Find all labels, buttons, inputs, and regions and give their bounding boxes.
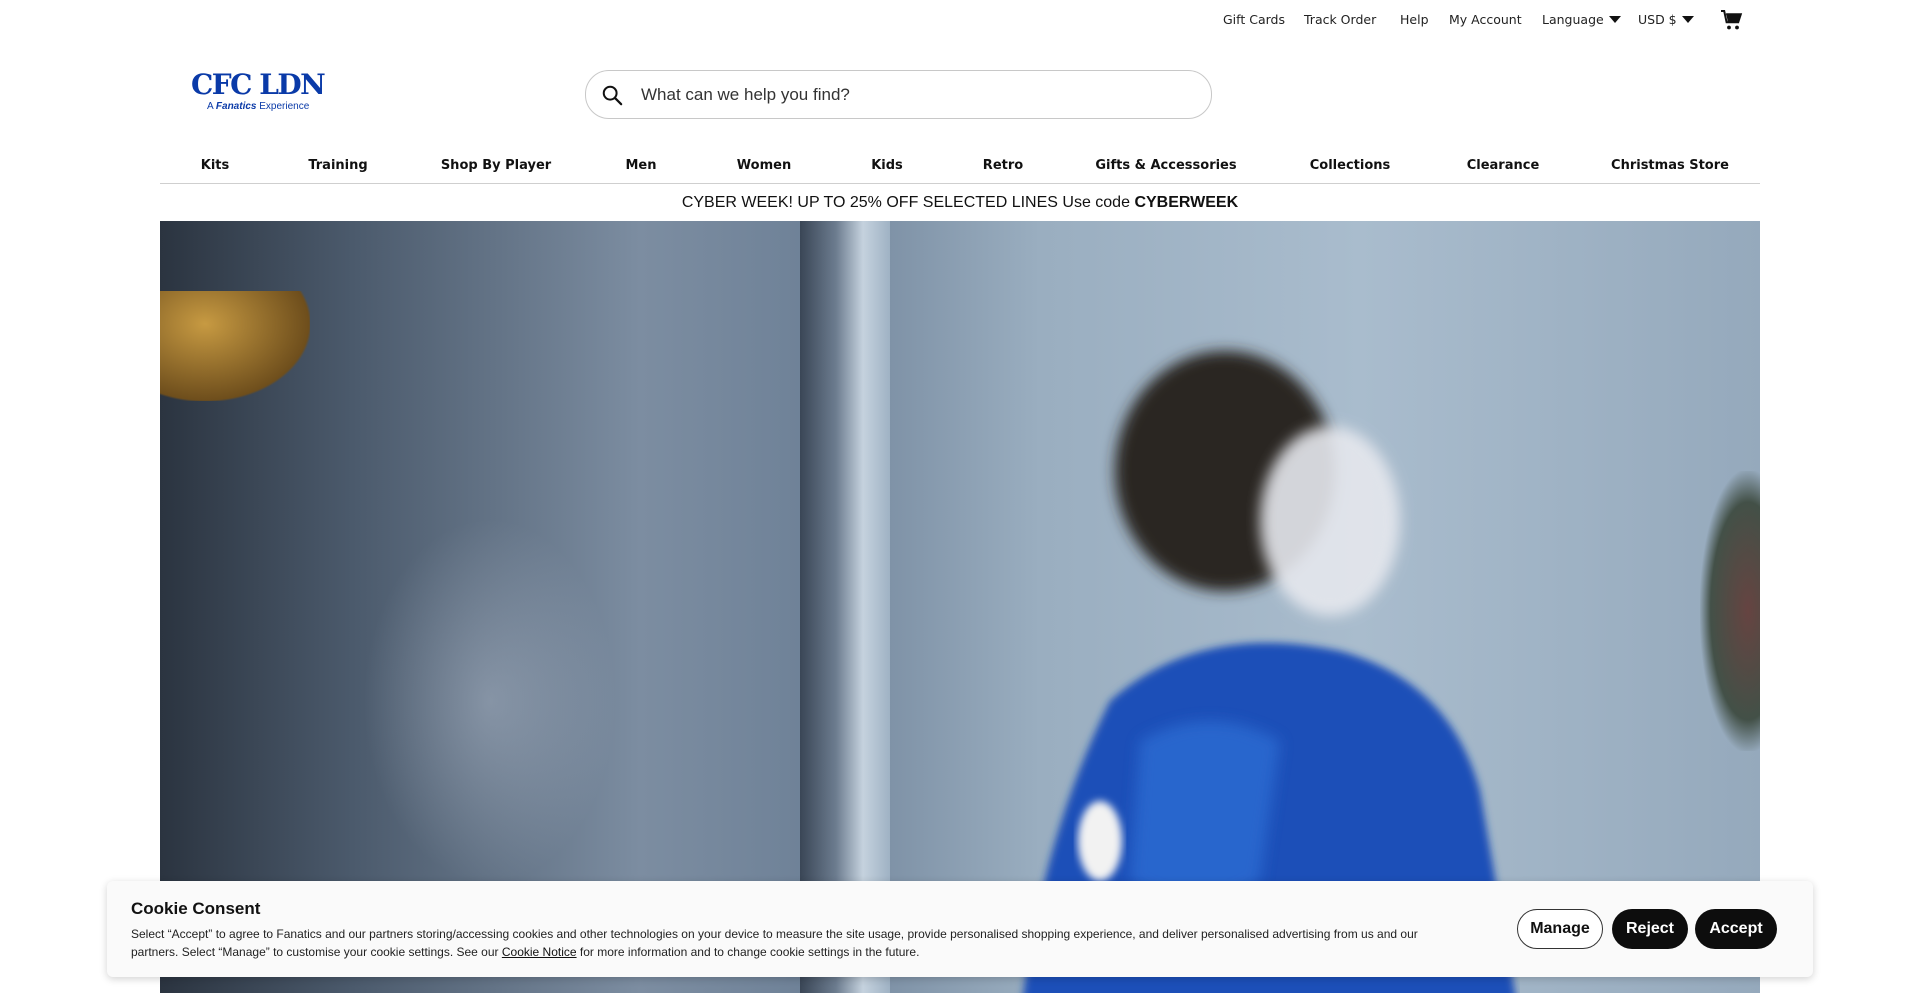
cookie-text-after-link: for more information and to change cooki… bbox=[579, 945, 920, 959]
cookie-notice-link[interactable]: Cookie Notice bbox=[502, 945, 577, 959]
nav-item-kids[interactable]: Kids bbox=[871, 158, 903, 173]
hero-door-frame bbox=[800, 221, 890, 993]
promo-text: CYBER WEEK! UP TO 25% OFF SELECTED LINES… bbox=[681, 194, 1130, 211]
help-link[interactable]: Help bbox=[1400, 12, 1429, 27]
cart-icon[interactable] bbox=[1720, 8, 1744, 32]
nav-item-women[interactable]: Women bbox=[737, 158, 791, 173]
language-label: Language bbox=[1542, 12, 1604, 27]
search-icon[interactable] bbox=[601, 84, 623, 106]
currency-label: USD $ bbox=[1638, 12, 1677, 27]
promo-code: CYBERWEEK bbox=[1134, 194, 1239, 211]
caret-down-icon bbox=[1608, 16, 1621, 23]
nav-item-training[interactable]: Training bbox=[308, 158, 367, 173]
main-nav: Kits Training Shop By Player Men Women K… bbox=[160, 150, 1760, 184]
hero-plant-shape bbox=[1700, 471, 1760, 751]
reject-cookies-button[interactable]: Reject bbox=[1612, 909, 1688, 949]
nav-item-men[interactable]: Men bbox=[625, 158, 656, 173]
utility-bar: Gift Cards Track Order Help My Account L… bbox=[0, 0, 1920, 40]
search-bar[interactable] bbox=[585, 70, 1212, 119]
accept-cookies-button[interactable]: Accept bbox=[1695, 909, 1777, 949]
currency-dropdown[interactable]: USD $ bbox=[1638, 12, 1694, 27]
nav-item-gifts-accessories[interactable]: Gifts & Accessories bbox=[1095, 158, 1236, 173]
language-dropdown[interactable]: Language bbox=[1542, 12, 1621, 27]
gift-cards-link[interactable]: Gift Cards bbox=[1223, 12, 1285, 27]
site-logo[interactable]: CFC LDN A Fanatics Experience bbox=[191, 70, 341, 120]
track-order-link[interactable]: Track Order bbox=[1304, 12, 1376, 27]
hero-lamp-shape bbox=[160, 291, 310, 401]
cookie-consent-text: Select “Accept” to agree to Fanatics and… bbox=[131, 925, 1431, 961]
logo-tagline-suffix: Experience bbox=[259, 101, 310, 112]
nav-item-collections[interactable]: Collections bbox=[1310, 158, 1391, 173]
promo-banner[interactable]: CYBER WEEK! UP TO 25% OFF SELECTED LINES… bbox=[0, 194, 1920, 212]
cookie-consent-title: Cookie Consent bbox=[131, 899, 261, 918]
logo-wordmark: CFC LDN bbox=[191, 68, 326, 101]
nav-item-christmas-store[interactable]: Christmas Store bbox=[1611, 158, 1729, 173]
my-account-link[interactable]: My Account bbox=[1449, 12, 1522, 27]
nav-item-kits[interactable]: Kits bbox=[201, 158, 229, 173]
search-input[interactable] bbox=[641, 84, 1161, 105]
cookie-consent-banner: Cookie Consent Select “Accept” to agree … bbox=[107, 881, 1813, 977]
logo-tagline-brand: Fanatics bbox=[215, 101, 257, 112]
caret-down-icon bbox=[1681, 16, 1694, 23]
logo-tagline: A Fanatics Experience bbox=[207, 101, 341, 112]
nav-item-shop-by-player[interactable]: Shop By Player bbox=[441, 158, 551, 173]
logo-tagline-prefix: A bbox=[207, 101, 214, 112]
hero-video[interactable] bbox=[160, 221, 1760, 993]
nav-item-clearance[interactable]: Clearance bbox=[1467, 158, 1540, 173]
manage-cookies-button[interactable]: Manage bbox=[1517, 909, 1603, 949]
nav-item-retro[interactable]: Retro bbox=[983, 158, 1023, 173]
